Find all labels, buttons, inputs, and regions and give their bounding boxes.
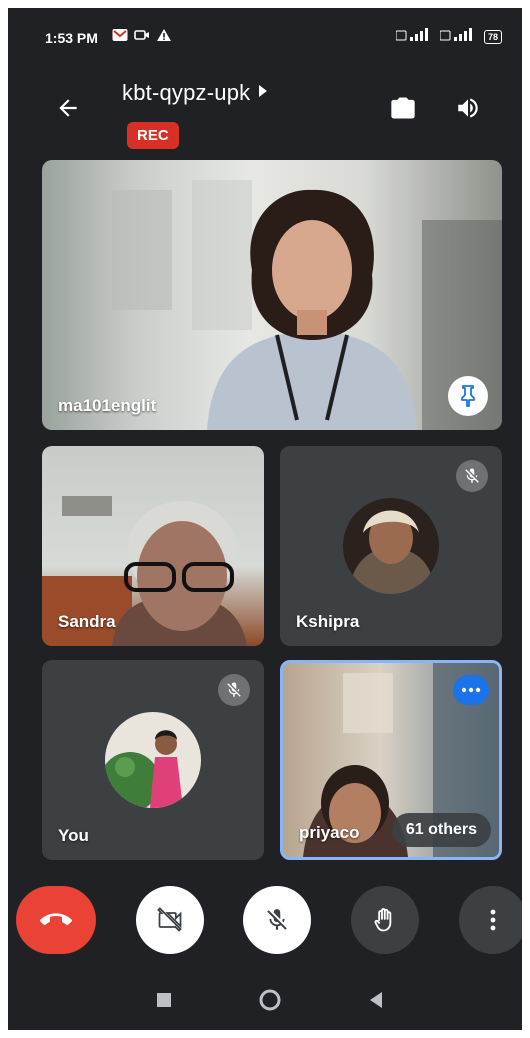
mic-off-icon [267,909,287,930]
status-bar: 1:53 PM 78 [8,8,522,58]
back-nav-button[interactable] [362,986,390,1014]
system-nav-bar [8,970,522,1030]
participant-name: priyaco [299,823,360,842]
sim2-signal-icon [439,28,476,45]
participant-name: Kshipra [296,612,360,631]
recents-button[interactable] [150,986,178,1014]
more-options-button[interactable] [459,886,522,954]
participant-name: Sandra [58,612,116,631]
phone-screen: 1:53 PM 78 kbt-qypz-upk REC ma101englit … [8,8,522,1030]
home-circle-icon [259,989,281,1011]
end-call-icon [40,913,72,926]
raise-hand-icon [374,908,392,932]
expand-arrow-icon [258,84,268,102]
participant-tile-kshipra[interactable]: Kshipra [280,446,502,646]
participant-tile-main[interactable]: ma101englit [42,160,502,430]
participant-tile-priyaco[interactable]: priyaco 61 others [280,660,502,860]
others-count-button[interactable]: 61 others [391,813,491,847]
camera-toggle-button[interactable] [136,886,204,954]
camera-notification-icon [134,28,149,42]
switch-camera-button[interactable] [383,88,423,128]
mic-off-icon [465,468,479,483]
participant-tile-you[interactable]: You [42,660,264,860]
participant-name: You [58,826,89,845]
participant-video [112,180,502,430]
recording-badge: REC [127,122,179,149]
back-triangle-icon [370,992,382,1008]
audio-output-button[interactable] [448,88,488,128]
pin-icon [461,385,475,407]
participant-avatar [343,498,439,594]
mic-toggle-button[interactable] [243,886,311,954]
sim1-signal-icon [395,28,432,45]
muted-badge [456,460,488,492]
back-arrow-icon [59,99,77,117]
muted-badge [218,674,250,706]
call-controls [8,880,522,960]
raise-hand-button[interactable] [351,886,419,954]
square-icon [157,993,171,1007]
back-button[interactable] [48,88,88,128]
camera-off-icon [157,907,182,932]
pin-button[interactable] [448,376,488,416]
warning-notification-icon [156,28,171,42]
status-right-icons: 78 [395,28,502,45]
meeting-code: kbt-qypz-upk [122,80,251,105]
participant-avatar [105,712,201,808]
participant-tile-sandra[interactable]: Sandra [42,446,264,646]
switch-camera-icon [391,97,415,119]
speaker-icon [458,98,478,118]
participant-name: ma101englit [58,396,157,415]
meeting-title-button[interactable]: kbt-qypz-upk [122,80,268,106]
mic-off-icon [227,682,241,697]
meeting-header: kbt-qypz-upk REC [8,68,522,158]
more-options-icon [490,909,496,931]
more-horizontal-icon [461,687,481,693]
status-time: 1:53 PM [45,30,98,46]
tile-options-button[interactable] [453,675,489,705]
battery-icon: 78 [483,29,502,44]
status-left-icons [112,28,171,42]
home-button[interactable] [256,986,284,1014]
gmail-notification-icon [112,28,128,42]
end-call-button[interactable] [16,886,96,954]
